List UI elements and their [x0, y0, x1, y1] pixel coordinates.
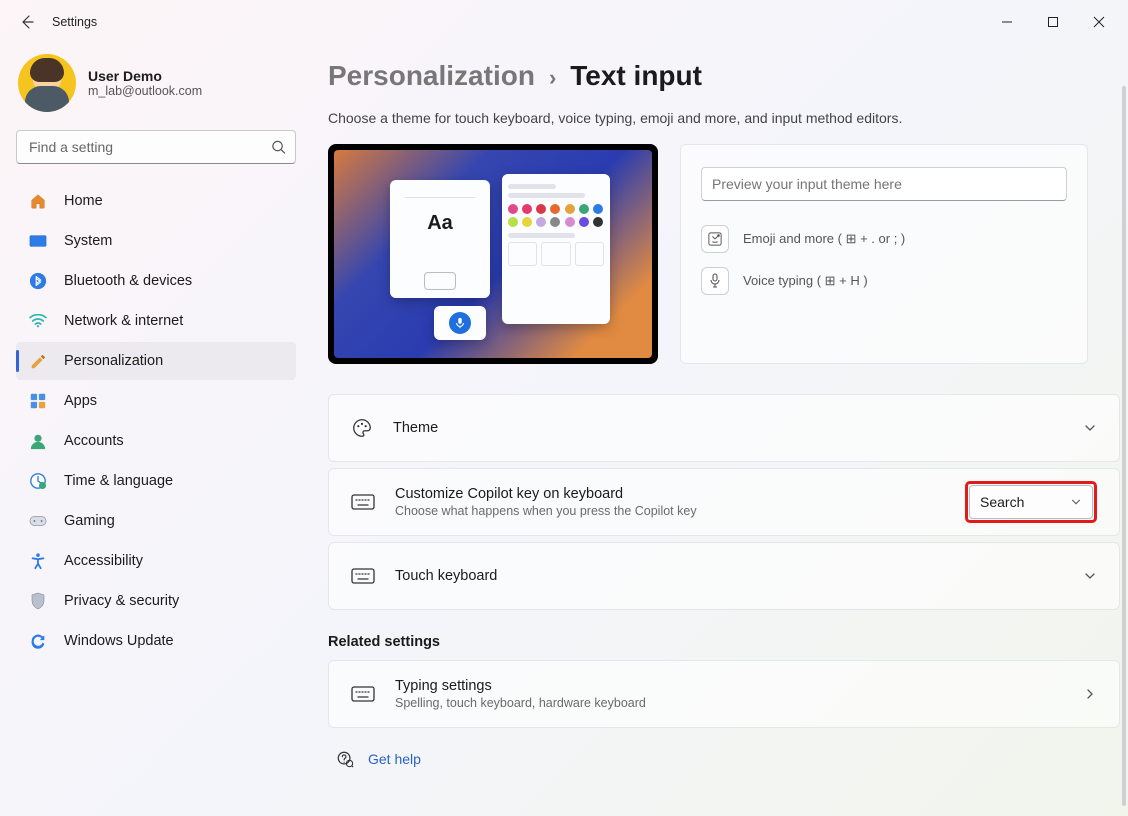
gaming-icon — [28, 511, 48, 531]
setting-title: Typing settings — [395, 678, 646, 694]
palette-icon — [351, 417, 373, 439]
nav-update[interactable]: Windows Update — [16, 622, 296, 660]
home-icon — [28, 191, 48, 211]
breadcrumb-parent[interactable]: Personalization — [328, 60, 535, 92]
get-help[interactable]: Get help — [328, 750, 1120, 768]
emoji-hint[interactable]: Emoji and more ( ⊞ + . or ; ) — [701, 225, 1067, 253]
setting-title: Theme — [393, 420, 438, 436]
nav-apps[interactable]: Apps — [16, 382, 296, 420]
nav-label: Time & language — [64, 473, 173, 489]
nav-accessibility[interactable]: Accessibility — [16, 542, 296, 580]
bluetooth-icon — [28, 271, 48, 291]
avatar — [18, 54, 76, 112]
preview-emoji-card — [502, 174, 610, 324]
apps-icon — [28, 391, 48, 411]
user-name: User Demo — [88, 68, 202, 84]
help-link[interactable]: Get help — [368, 751, 421, 767]
dropdown-value: Search — [980, 494, 1024, 510]
minimize-button[interactable] — [984, 4, 1030, 40]
nav-home[interactable]: Home — [16, 182, 296, 220]
close-button[interactable] — [1076, 4, 1122, 40]
keyboard-icon — [351, 493, 375, 511]
clock-icon — [28, 471, 48, 491]
chevron-down-icon — [1083, 421, 1097, 435]
help-icon — [336, 750, 354, 768]
nav-label: Personalization — [64, 353, 163, 369]
user-email: m_lab@outlook.com — [88, 84, 202, 98]
nav-label: Privacy & security — [64, 593, 179, 609]
back-button[interactable] — [16, 11, 38, 33]
keyboard-icon — [351, 685, 375, 703]
highlight-annotation: Search — [965, 481, 1097, 523]
nav-system[interactable]: System — [16, 222, 296, 260]
setting-title: Customize Copilot key on keyboard — [395, 486, 697, 502]
wifi-icon — [28, 311, 48, 331]
nav-label: Accounts — [64, 433, 124, 449]
preview-panel: Emoji and more ( ⊞ + . or ; ) Voice typi… — [680, 144, 1088, 364]
nav-bluetooth[interactable]: Bluetooth & devices — [16, 262, 296, 300]
nav-accounts[interactable]: Accounts — [16, 422, 296, 460]
setting-theme[interactable]: Theme — [328, 394, 1120, 462]
nav-label: Windows Update — [64, 633, 174, 649]
nav-label: Home — [64, 193, 103, 209]
preview-voice-card — [434, 306, 486, 340]
system-icon — [28, 231, 48, 251]
nav-privacy[interactable]: Privacy & security — [16, 582, 296, 620]
copilot-key-dropdown[interactable]: Search — [969, 485, 1093, 519]
page-title: Text input — [570, 60, 702, 92]
setting-title: Touch keyboard — [395, 568, 497, 584]
nav-network[interactable]: Network & internet — [16, 302, 296, 340]
titlebar: Settings — [0, 0, 1128, 44]
voice-hint-label: Voice typing ( ⊞ + H ) — [743, 273, 868, 289]
emoji-hint-label: Emoji and more ( ⊞ + . or ; ) — [743, 231, 905, 247]
nav-label: Apps — [64, 393, 97, 409]
nav-label: System — [64, 233, 112, 249]
microphone-icon — [701, 267, 729, 295]
nav-gaming[interactable]: Gaming — [16, 502, 296, 540]
keyboard-icon — [351, 567, 375, 585]
preview-input[interactable] — [701, 167, 1067, 201]
chevron-down-icon — [1083, 569, 1097, 583]
content: Personalization › Text input Choose a th… — [308, 44, 1128, 816]
personalization-icon — [28, 351, 48, 371]
sidebar: User Demo m_lab@outlook.com Home System … — [0, 44, 308, 816]
page-description: Choose a theme for touch keyboard, voice… — [328, 110, 1120, 126]
chevron-right-icon: › — [549, 65, 556, 91]
nav-label: Bluetooth & devices — [64, 273, 192, 289]
section-heading: Related settings — [328, 634, 1120, 650]
voice-hint[interactable]: Voice typing ( ⊞ + H ) — [701, 267, 1067, 295]
setting-subtitle: Spelling, touch keyboard, hardware keybo… — [395, 696, 646, 710]
search-icon — [271, 140, 286, 155]
nav-time[interactable]: Time & language — [16, 462, 296, 500]
nav-label: Accessibility — [64, 553, 143, 569]
setting-copilot-key: Customize Copilot key on keyboard Choose… — [328, 468, 1120, 536]
nav: Home System Bluetooth & devices Network … — [16, 182, 296, 660]
accessibility-icon — [28, 551, 48, 571]
search-input[interactable] — [16, 130, 296, 164]
chevron-right-icon — [1083, 687, 1097, 701]
scrollbar[interactable] — [1122, 86, 1126, 806]
setting-touch-keyboard[interactable]: Touch keyboard — [328, 542, 1120, 610]
update-icon — [28, 631, 48, 651]
preview-keyboard-card: Aa — [390, 180, 490, 298]
setting-typing[interactable]: Typing settings Spelling, touch keyboard… — [328, 660, 1120, 728]
nav-personalization[interactable]: Personalization — [16, 342, 296, 380]
theme-preview: Aa — [328, 144, 658, 364]
accounts-icon — [28, 431, 48, 451]
breadcrumb: Personalization › Text input — [328, 60, 1120, 92]
nav-label: Gaming — [64, 513, 115, 529]
window-title: Settings — [52, 15, 97, 29]
user-profile[interactable]: User Demo m_lab@outlook.com — [16, 54, 296, 112]
emoji-icon — [701, 225, 729, 253]
maximize-button[interactable] — [1030, 4, 1076, 40]
chevron-down-icon — [1070, 496, 1082, 508]
nav-label: Network & internet — [64, 313, 183, 329]
shield-icon — [28, 591, 48, 611]
search-box[interactable] — [16, 130, 296, 164]
setting-subtitle: Choose what happens when you press the C… — [395, 504, 697, 518]
